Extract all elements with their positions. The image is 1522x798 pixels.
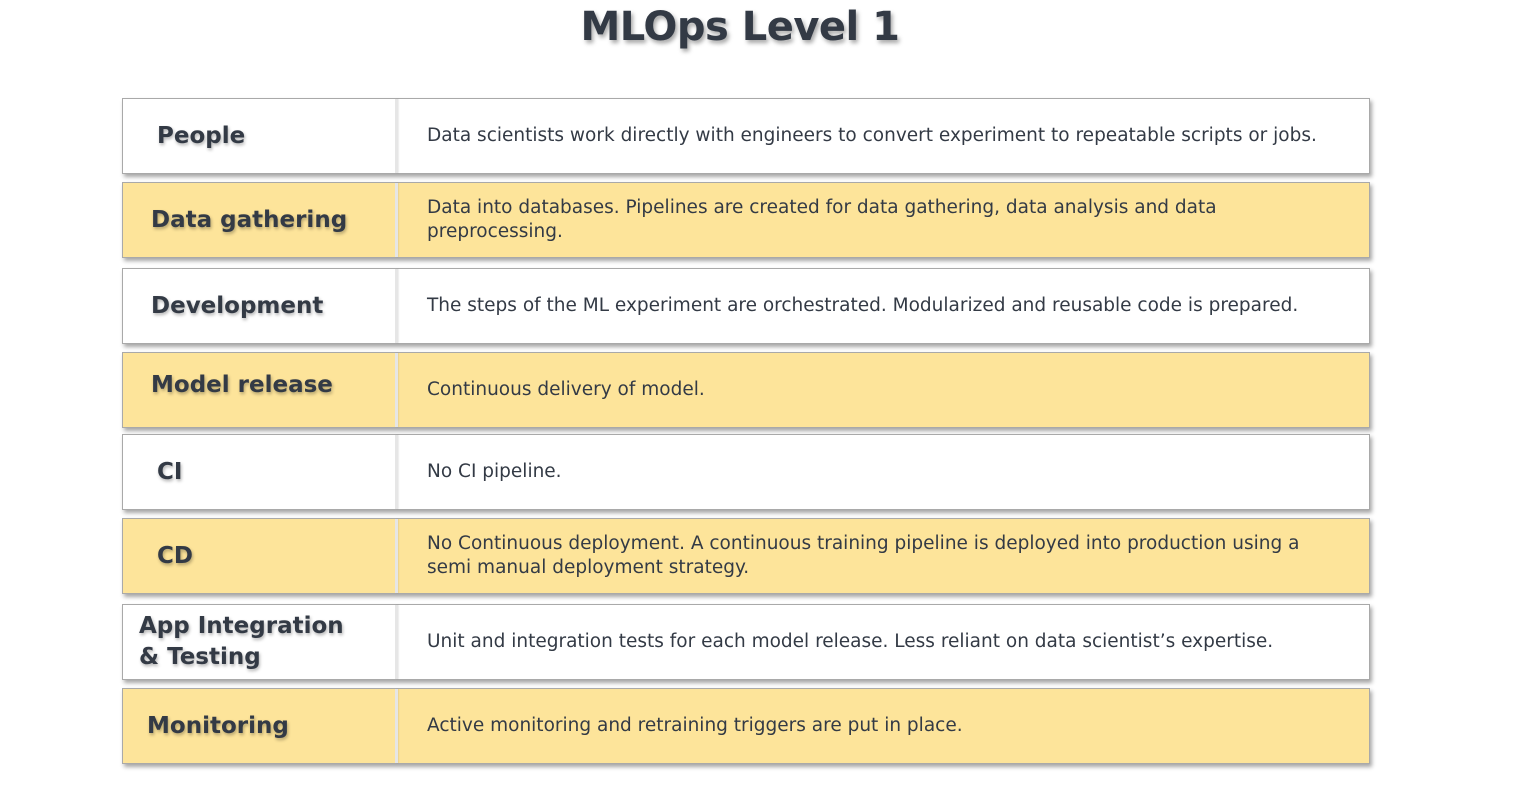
table-row-development: Development The steps of the ML experime… <box>122 268 1370 344</box>
row-label: People <box>157 122 246 149</box>
column-divider <box>395 183 398 257</box>
row-description: Data scientists work directly with engin… <box>427 125 1317 146</box>
column-divider <box>395 519 398 593</box>
row-description: Active monitoring and retraining trigger… <box>427 715 963 736</box>
page-title: MLOps Level 1 <box>580 4 900 50</box>
table-row-monitoring: Monitoring Active monitoring and retrain… <box>122 688 1370 764</box>
row-label: CD <box>157 542 193 569</box>
table-row-app-integration-testing: App Integration & Testing Unit and integ… <box>122 604 1370 680</box>
table-row-people: People Data scientists work directly wit… <box>122 98 1370 174</box>
table-row-cd: CD No Continuous deployment. A continuou… <box>122 518 1370 594</box>
row-description: No Continuous deployment. A continuous t… <box>427 533 1300 578</box>
row-label: Data gathering <box>151 206 348 233</box>
table-row-model-release: Model release Continuous delivery of mod… <box>122 352 1370 428</box>
column-divider <box>395 435 398 509</box>
column-divider <box>395 99 398 173</box>
column-divider <box>395 689 398 763</box>
row-description: No CI pipeline. <box>427 461 562 482</box>
column-divider <box>395 605 398 679</box>
row-description: The steps of the ML experiment are orche… <box>427 295 1299 316</box>
row-description: Unit and integration tests for each mode… <box>427 631 1274 652</box>
column-divider <box>395 353 398 427</box>
table-row-ci: CI No CI pipeline. <box>122 434 1370 510</box>
row-label: Development <box>151 292 324 319</box>
row-label: CI <box>157 458 183 485</box>
row-label: Monitoring <box>147 712 289 739</box>
table-row-data-gathering: Data gathering Data into databases. Pipe… <box>122 182 1370 258</box>
page: MLOps Level 1 People Data scientists wor… <box>0 0 1522 798</box>
row-label: Model release <box>151 371 333 398</box>
row-description: Data into databases. Pipelines are creat… <box>427 197 1217 242</box>
row-label: App Integration & Testing <box>139 613 344 670</box>
row-description: Continuous delivery of model. <box>427 379 705 400</box>
column-divider <box>395 269 398 343</box>
